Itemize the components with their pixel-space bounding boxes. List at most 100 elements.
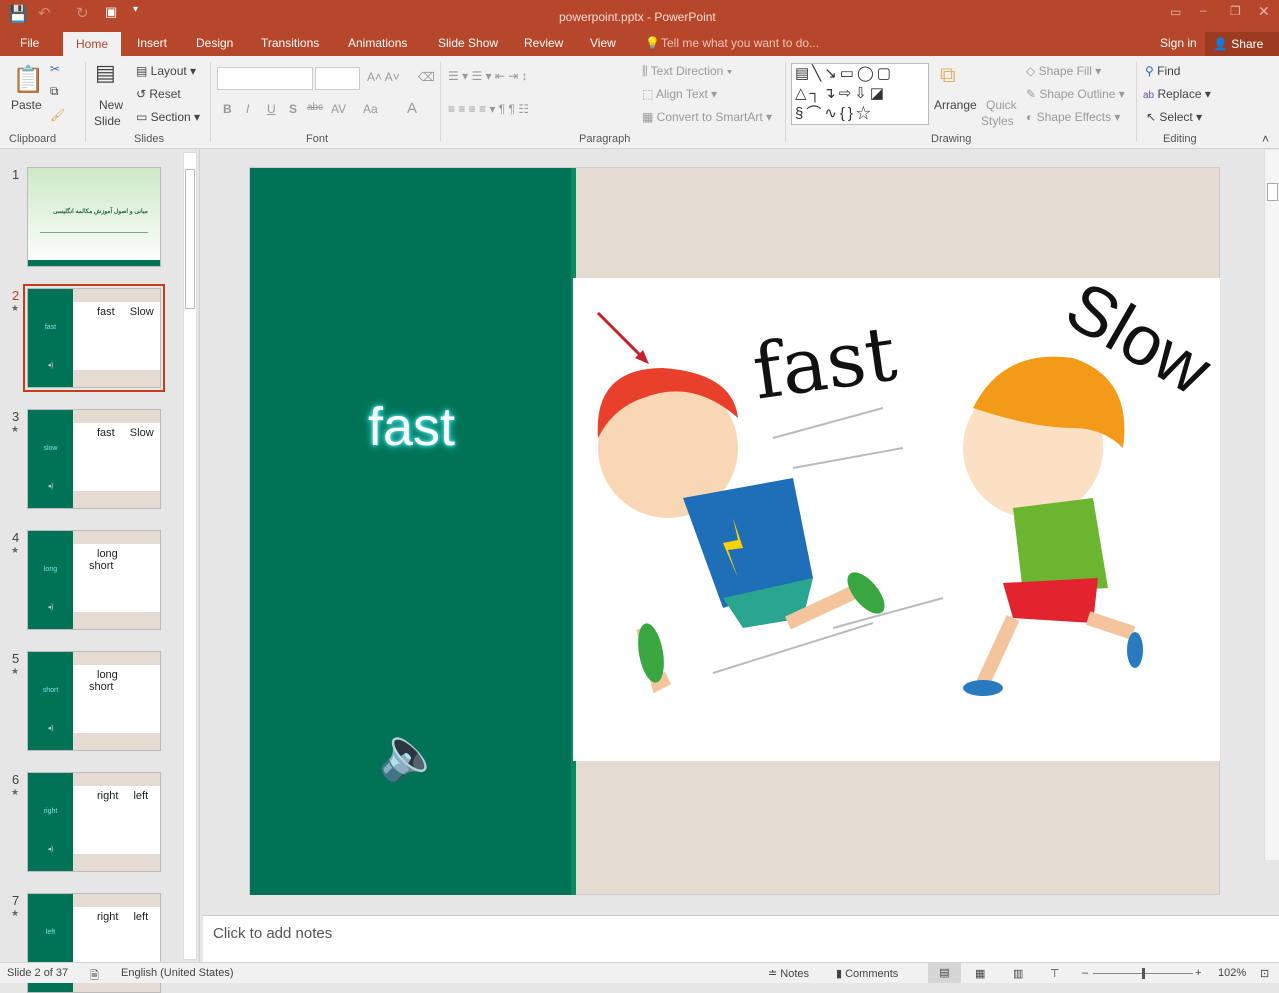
tab-file[interactable]: File xyxy=(20,36,39,50)
zoom-in-button[interactable]: + xyxy=(1195,967,1201,979)
paste-button[interactable]: Paste xyxy=(11,98,42,112)
section-button[interactable]: ▭ Section ▾ xyxy=(136,110,200,124)
convert-smartart-button[interactable]: ▦ Convert to SmartArt ▾ xyxy=(642,110,772,124)
slide-thumbnail[interactable]: fast ◂) fast Slow xyxy=(23,284,165,392)
arrange-button[interactable]: Arrange xyxy=(934,98,977,112)
align-icons[interactable]: ≡ ≡ ≡ ≡ ▾ ¶ ¶ ☷ xyxy=(448,102,529,116)
group-font: Font xyxy=(306,133,329,145)
slide-counter: Slide 2 of 37 xyxy=(7,967,69,979)
tab-review[interactable]: Review xyxy=(524,36,563,50)
zoom-out-button[interactable]: – xyxy=(1082,967,1088,979)
comments-button[interactable]: ▮ Comments xyxy=(836,967,898,980)
customize-qat-icon[interactable]: ▾ xyxy=(133,4,138,15)
minimize-icon[interactable]: – xyxy=(1200,3,1207,17)
paste-icon[interactable]: 📋 xyxy=(12,64,44,95)
strikethrough-button[interactable]: abc xyxy=(307,102,323,113)
normal-view-icon[interactable]: ▤ xyxy=(928,963,961,983)
zoom-slider-thumb[interactable] xyxy=(1142,968,1145,979)
reset-button[interactable]: ↺ Reset xyxy=(136,87,181,101)
font-size-input[interactable] xyxy=(315,67,360,90)
bullets-icon[interactable]: ☰ ▾ ☰ ▾ ⇤ ⇥ ↕ xyxy=(448,69,528,83)
notes-placeholder[interactable]: Click to add notes xyxy=(213,925,332,942)
slide-canvas[interactable]: fast 🔈 fast Slow xyxy=(249,167,1220,895)
group-clipboard: Clipboard xyxy=(9,133,57,145)
tab-slide-show[interactable]: Slide Show xyxy=(438,36,498,50)
replace-button[interactable]: ab Replace ▾ xyxy=(1143,87,1211,101)
close-icon[interactable]: ✕ xyxy=(1258,3,1270,20)
animation-star-icon: ★ xyxy=(11,545,20,555)
format-painter-icon[interactable]: 🖌 xyxy=(50,108,65,122)
new-slide-button[interactable]: New xyxy=(99,98,123,112)
thumbnails-scrollbar[interactable] xyxy=(183,152,197,960)
quick-styles-button[interactable]: Quick xyxy=(986,98,1017,112)
slide-picture[interactable]: fast Slow xyxy=(573,278,1220,761)
select-button[interactable]: ↖ Select ▾ xyxy=(1146,110,1202,124)
tab-design[interactable]: Design xyxy=(196,36,233,50)
tab-insert[interactable]: Insert xyxy=(137,36,167,50)
start-from-beginning-icon[interactable]: ▣ xyxy=(105,4,117,20)
slide-word[interactable]: fast xyxy=(368,396,455,458)
speaker-icon: ◂) xyxy=(47,483,54,490)
font-name-input[interactable] xyxy=(217,67,313,90)
fit-to-window-icon[interactable]: ⊡ xyxy=(1260,967,1269,980)
slideshow-view-icon[interactable]: ⊤ xyxy=(1050,967,1060,980)
copy-icon[interactable]: ⧉ xyxy=(50,84,59,99)
underline-button[interactable]: U xyxy=(267,102,276,116)
tell-me-input[interactable]: Tell me what you want to do... xyxy=(661,36,819,50)
tab-animations[interactable]: Animations xyxy=(348,36,407,50)
layout-button[interactable]: ▤ Layout ▾ xyxy=(136,64,196,78)
sign-in-link[interactable]: Sign in xyxy=(1160,36,1197,50)
thumbnail-word: fast xyxy=(44,324,57,331)
slide-thumbnail[interactable]: long ◂) long short xyxy=(27,530,161,630)
font-color-button[interactable]: A xyxy=(407,100,417,117)
reading-view-icon[interactable]: ▥ xyxy=(1013,967,1023,980)
animation-star-icon: ★ xyxy=(11,666,20,676)
italic-button[interactable]: I xyxy=(246,102,249,116)
tab-home[interactable]: Home xyxy=(63,32,122,56)
shape-effects-button[interactable]: ◐ Shape Effects ▾ xyxy=(1026,110,1120,124)
align-text-button[interactable]: ⬚ Align Text ▾ xyxy=(642,87,717,101)
spell-check-icon[interactable]: 🗎 xyxy=(90,967,99,986)
collapse-ribbon-icon[interactable]: ˄ xyxy=(1262,132,1269,146)
text-direction-button[interactable]: ⫼ Text Direction ▾ xyxy=(642,64,733,79)
tab-transitions[interactable]: Transitions xyxy=(261,36,319,50)
cut-icon[interactable]: ✂ xyxy=(50,62,60,76)
redo-icon[interactable]: ↻ xyxy=(76,4,89,22)
thumbnail-word: right xyxy=(43,808,58,815)
thumbnail-image-word: Slow xyxy=(129,427,154,439)
new-slide-label[interactable]: Slide xyxy=(94,114,121,128)
notes-button[interactable]: ≐ Notes xyxy=(768,967,809,980)
shape-outline-button[interactable]: ✎ Shape Outline ▾ xyxy=(1026,87,1125,101)
shapes-gallery[interactable]: ▤╲↘▭◯▢ △┐↴⇨⇩◪ §⌒∿{}☆ xyxy=(791,63,929,125)
slide-thumbnail[interactable]: right ◂) right left xyxy=(27,772,161,872)
zoom-level[interactable]: 102% xyxy=(1218,967,1246,979)
tab-view[interactable]: View xyxy=(590,36,616,50)
slide-scrollbar[interactable] xyxy=(1264,150,1279,860)
ribbon-tabs: File Home Insert Design Transitions Anim… xyxy=(0,32,1279,56)
restore-icon[interactable]: ❐ xyxy=(1230,4,1241,18)
save-icon[interactable]: 💾 xyxy=(8,4,28,24)
slide-thumbnail[interactable]: مبانی و اصول آموزش مکالمه انگلیسی xyxy=(27,167,161,267)
speaker-icon[interactable]: 🔈 xyxy=(378,723,443,784)
notes-pane[interactable]: Click to add notes xyxy=(203,915,1279,962)
grow-font-icon[interactable]: A˄ A˅ xyxy=(367,70,400,84)
ribbon-display-icon[interactable]: ▭ xyxy=(1170,5,1181,19)
thumbnail-image-word: long xyxy=(97,548,118,560)
undo-icon[interactable]: ↶ xyxy=(38,4,51,22)
quick-styles-label[interactable]: Styles xyxy=(981,114,1014,128)
shape-fill-button[interactable]: ◇ Shape Fill ▾ xyxy=(1026,64,1101,78)
bold-button[interactable]: B xyxy=(223,102,232,116)
new-slide-icon[interactable]: ▤ xyxy=(95,60,116,86)
find-button[interactable]: ⚲ Find xyxy=(1145,64,1180,78)
language-indicator[interactable]: English (United States) xyxy=(121,967,234,979)
shadow-button[interactable]: S xyxy=(289,102,297,116)
speaker-icon: ◂) xyxy=(47,725,54,732)
slide-sorter-icon[interactable]: ▦ xyxy=(975,967,985,980)
clear-formatting-icon[interactable]: ⌫ xyxy=(418,70,435,84)
slide-thumbnail[interactable]: short ◂) long short xyxy=(27,651,161,751)
share-button[interactable]: 👤 Share xyxy=(1205,32,1279,56)
slide-thumbnail[interactable]: slow ◂) fast Slow xyxy=(27,409,161,509)
character-spacing-button[interactable]: AV xyxy=(331,102,346,116)
change-case-button[interactable]: Aa xyxy=(363,102,378,116)
arrange-icon[interactable]: ⧉ xyxy=(940,62,956,88)
